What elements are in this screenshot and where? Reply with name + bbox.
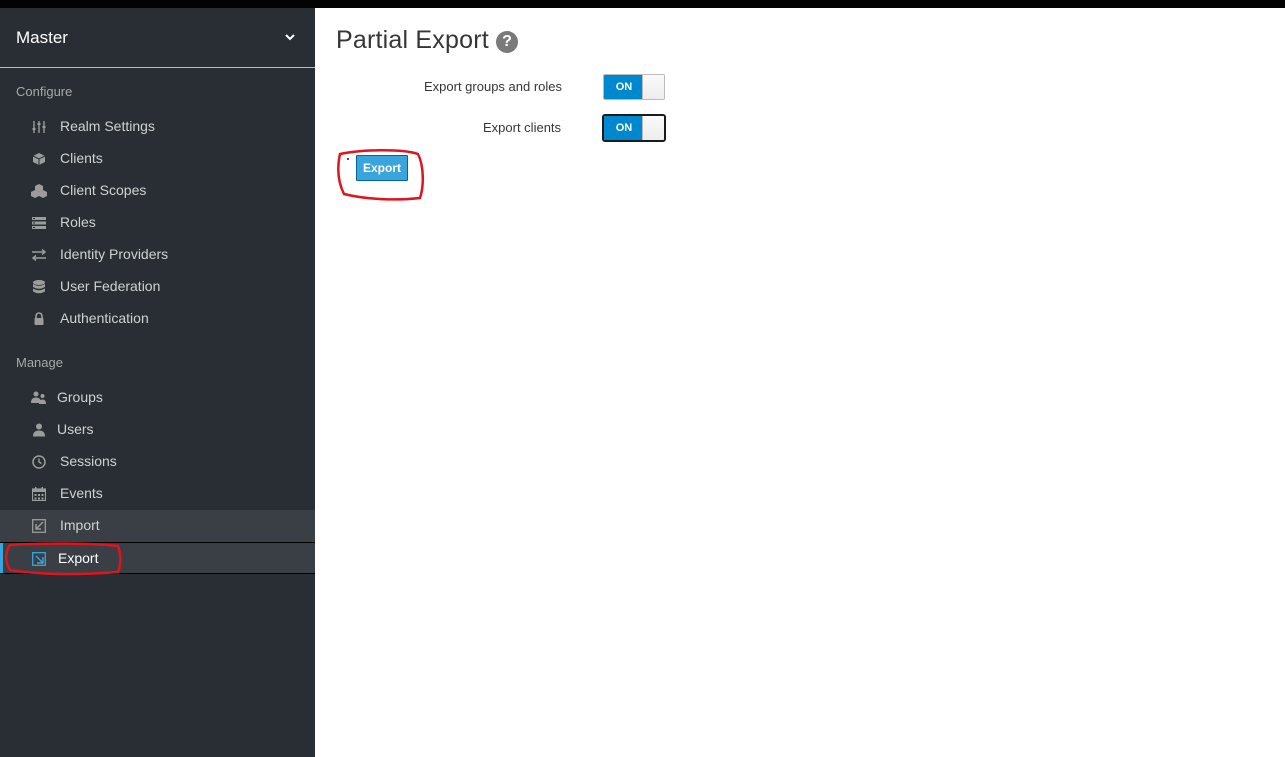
help-icon[interactable]: ? bbox=[496, 31, 518, 53]
top-bar bbox=[0, 0, 1285, 8]
sidebar-item-label: Import bbox=[60, 517, 100, 533]
export-groups-roles-toggle[interactable]: ON bbox=[603, 74, 665, 100]
sidebar-item-realm-settings[interactable]: Realm Settings bbox=[0, 111, 315, 143]
export-button[interactable]: Export bbox=[356, 155, 408, 181]
toggle-on-label: ON bbox=[604, 75, 644, 99]
sidebar-item-users[interactable]: Users bbox=[0, 414, 315, 446]
chevron-down-icon bbox=[285, 34, 295, 41]
sidebar-item-sessions[interactable]: Sessions bbox=[0, 446, 315, 478]
main-content: Partial Export ? Export groups and roles… bbox=[315, 8, 1285, 757]
users-icon bbox=[31, 390, 47, 406]
realm-name: Master bbox=[16, 28, 68, 47]
export-clients-toggle[interactable]: ON bbox=[602, 114, 666, 142]
sidebar-item-label: Realm Settings bbox=[60, 118, 155, 134]
calendar-icon bbox=[31, 486, 47, 502]
sidebar-item-roles[interactable]: Roles bbox=[0, 207, 315, 239]
sidebar-item-export[interactable]: Export bbox=[0, 542, 315, 574]
sidebar-item-client-scopes[interactable]: Client Scopes bbox=[0, 175, 315, 207]
sliders-icon bbox=[31, 119, 47, 135]
export-clients-label: Export clients bbox=[483, 120, 562, 135]
cube-icon bbox=[31, 151, 47, 167]
sidebar-item-events[interactable]: Events bbox=[0, 478, 315, 510]
sidebar-item-label: User Federation bbox=[60, 278, 161, 294]
exchange-icon bbox=[31, 247, 47, 263]
export-icon bbox=[31, 551, 47, 567]
cubes-icon bbox=[31, 183, 47, 199]
sidebar: Master Configure Realm Settings Clients … bbox=[0, 8, 315, 757]
export-groups-roles-label: Export groups and roles bbox=[424, 79, 563, 94]
sidebar-item-label: Identity Providers bbox=[60, 246, 169, 262]
sidebar-item-groups[interactable]: Groups bbox=[0, 382, 315, 414]
user-icon bbox=[31, 422, 47, 438]
toggle-on-label: ON bbox=[604, 116, 644, 140]
section-manage: Manage bbox=[16, 355, 63, 370]
sidebar-item-import[interactable]: Import bbox=[0, 510, 315, 542]
lock-icon bbox=[31, 311, 47, 327]
sidebar-item-label: Clients bbox=[60, 150, 103, 166]
sidebar-item-label: Users bbox=[57, 421, 94, 437]
active-indicator bbox=[0, 543, 3, 573]
clock-icon bbox=[31, 454, 47, 470]
sidebar-item-label: Sessions bbox=[60, 453, 117, 469]
realm-selector[interactable]: Master bbox=[0, 8, 315, 68]
marker-dot bbox=[347, 158, 349, 160]
sidebar-item-label: Groups bbox=[57, 389, 103, 405]
sidebar-item-label: Export bbox=[58, 550, 99, 566]
list-icon bbox=[31, 215, 47, 231]
page-title: Partial Export bbox=[336, 26, 489, 54]
sidebar-item-label: Events bbox=[60, 485, 103, 501]
import-icon bbox=[31, 518, 47, 534]
sidebar-item-label: Client Scopes bbox=[60, 182, 147, 198]
sidebar-item-user-federation[interactable]: User Federation bbox=[0, 271, 315, 303]
sidebar-item-authentication[interactable]: Authentication bbox=[0, 303, 315, 335]
sidebar-item-identity-providers[interactable]: Identity Providers bbox=[0, 239, 315, 271]
toggle-knob bbox=[642, 75, 664, 99]
database-icon bbox=[31, 279, 47, 295]
sidebar-item-clients[interactable]: Clients bbox=[0, 143, 315, 175]
section-configure: Configure bbox=[16, 84, 73, 99]
toggle-knob bbox=[642, 116, 664, 140]
sidebar-item-label: Authentication bbox=[60, 310, 149, 326]
sidebar-item-label: Roles bbox=[60, 214, 96, 230]
